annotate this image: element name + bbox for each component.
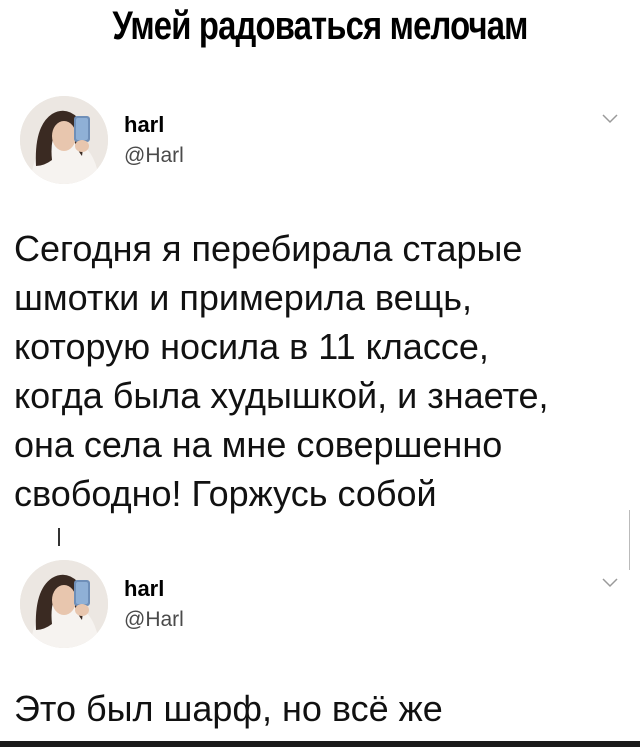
avatar[interactable] xyxy=(20,96,108,184)
avatar[interactable] xyxy=(20,560,108,648)
avatar-photo-icon xyxy=(20,560,108,648)
avatar-photo-icon xyxy=(20,96,108,184)
text-cursor xyxy=(58,528,60,546)
author-handle[interactable]: @Harl xyxy=(124,608,184,632)
author-name[interactable]: harl xyxy=(124,576,164,602)
tweet-text: Сегодня я перебирала старые шмотки и при… xyxy=(14,228,549,514)
author-name[interactable]: harl xyxy=(124,112,164,138)
tweet-1-header: harl @Harl xyxy=(0,96,640,196)
bottom-border xyxy=(0,741,640,747)
chevron-down-icon[interactable] xyxy=(602,114,618,124)
headline: Умей радоваться мелочам xyxy=(112,4,528,48)
tweet-text: Это был шарф, но всё же xyxy=(14,688,443,729)
tweet-2-header: harl @Harl xyxy=(0,560,640,660)
author-handle[interactable]: @Harl xyxy=(124,144,184,168)
chevron-down-icon[interactable] xyxy=(602,578,618,588)
